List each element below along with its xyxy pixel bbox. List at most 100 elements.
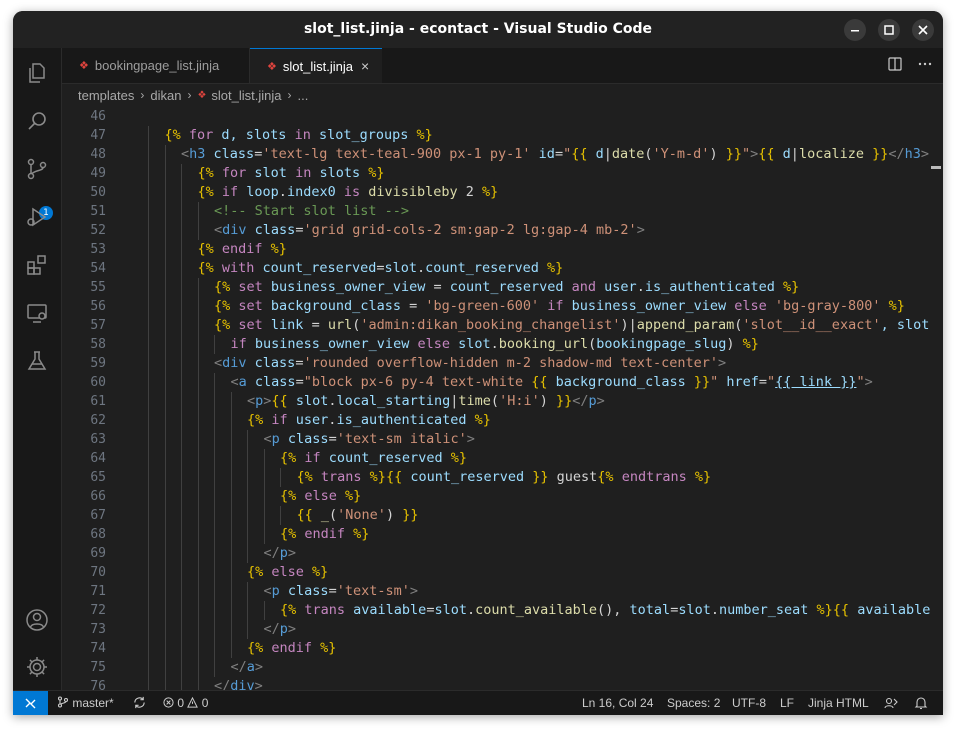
remote-explorer-icon[interactable] bbox=[25, 301, 49, 325]
code-editor[interactable]: 46 47 48 49 50 51 52 53 54 55 56 57 58 59 60 61 62 63 64 65… bbox=[62, 106, 943, 690]
indent-guide bbox=[164, 582, 166, 601]
code-token: | bbox=[603, 146, 612, 162]
eol-status[interactable]: LF bbox=[780, 696, 794, 710]
code-line[interactable]: <div class='grid grid-cols-2 sm:gap-2 lg… bbox=[214, 221, 645, 240]
code-line[interactable]: {% set business_owner_view = count_reser… bbox=[214, 278, 799, 297]
code-token: %} bbox=[312, 564, 329, 580]
encoding-status[interactable]: UTF-8 bbox=[732, 696, 766, 710]
close-tab-icon[interactable]: × bbox=[361, 58, 369, 74]
cursor-position[interactable]: Ln 16, Col 24 bbox=[582, 696, 653, 710]
code-token: > bbox=[287, 621, 297, 637]
notifications-bell-icon[interactable] bbox=[914, 696, 928, 713]
code-line[interactable]: <h3 class='text-lg text-teal-900 px-1 py… bbox=[181, 145, 929, 164]
code-token: set bbox=[238, 279, 263, 295]
minimize-button[interactable] bbox=[844, 19, 866, 41]
search-icon[interactable] bbox=[25, 109, 49, 133]
code-line[interactable]: {{ _('None') }} bbox=[297, 506, 419, 525]
account-icon[interactable] bbox=[25, 608, 49, 632]
code-line[interactable]: {% with count_reserved=slot.count_reserv… bbox=[198, 259, 564, 278]
code-token: = bbox=[311, 317, 328, 333]
code-token: , slot bbox=[880, 317, 930, 333]
code-token: (), bbox=[597, 602, 630, 618]
breadcrumb-item[interactable]: dikan bbox=[150, 88, 181, 103]
code-token: booking_url bbox=[498, 336, 589, 352]
indent-guide bbox=[181, 620, 182, 639]
indent-guide bbox=[148, 164, 149, 183]
code-line[interactable]: </p> bbox=[264, 620, 297, 639]
code-line[interactable]: {% set background_class = 'bg-green-600'… bbox=[214, 297, 905, 316]
sync-icon[interactable] bbox=[133, 696, 146, 712]
code-token: endif bbox=[221, 241, 271, 257]
code-line[interactable]: {% if loop.index0 is divisibleby 2 %} bbox=[198, 183, 499, 202]
code-token: | bbox=[790, 146, 799, 162]
copilot-icon[interactable] bbox=[884, 696, 898, 713]
code-token: > bbox=[254, 678, 263, 690]
code-line[interactable]: <a class="block px-6 py-4 text-white {{ … bbox=[231, 373, 873, 392]
language-mode[interactable]: Jinja HTML bbox=[808, 696, 869, 710]
code-line[interactable]: {% if count_reserved %} bbox=[280, 449, 467, 468]
code-token: count_reserved bbox=[425, 260, 548, 276]
explorer-icon[interactable] bbox=[25, 61, 49, 85]
line-number: 49 bbox=[90, 166, 106, 181]
branch-status[interactable]: master* bbox=[57, 696, 114, 710]
tab-slot-list[interactable]: ❖ slot_list.jinja × bbox=[250, 48, 382, 83]
more-actions-icon[interactable] bbox=[917, 56, 933, 76]
code-line[interactable]: {% trans available=slot.count_available(… bbox=[280, 601, 930, 620]
indent-guide bbox=[181, 354, 182, 373]
close-window-button[interactable] bbox=[912, 19, 934, 41]
indent-guide bbox=[197, 335, 199, 354]
code-line[interactable]: <p class='text-sm'> bbox=[264, 582, 419, 601]
code-line[interactable]: <p class='text-sm italic'> bbox=[264, 430, 475, 449]
code-line[interactable]: <p>{{ slot.local_starting|time('H:i') }}… bbox=[247, 392, 605, 411]
code-token: = bbox=[295, 374, 304, 390]
extensions-icon[interactable] bbox=[25, 253, 49, 277]
code-line[interactable]: if business_owner_view else slot.booking… bbox=[231, 335, 759, 354]
code-line[interactable]: {% for d, slots in slot_groups %} bbox=[165, 126, 433, 145]
code-line[interactable]: {% else %} bbox=[247, 563, 328, 582]
run-debug-icon[interactable] bbox=[25, 205, 49, 229]
settings-gear-icon[interactable] bbox=[25, 655, 49, 679]
breadcrumb-item[interactable]: ... bbox=[298, 88, 309, 103]
code-token: 'rounded overflow-hidden m-2 shadow-md t… bbox=[303, 355, 718, 371]
code-line[interactable]: <div class='rounded overflow-hidden m-2 … bbox=[214, 354, 726, 373]
code-token: append_param bbox=[636, 317, 735, 333]
code-line[interactable]: {% endif %} bbox=[198, 240, 287, 259]
code-line[interactable]: </div> bbox=[214, 677, 263, 690]
code-token: if bbox=[271, 412, 288, 428]
code-token: {% bbox=[296, 469, 321, 485]
code-line[interactable]: {% set link = url('admin:dikan_booking_c… bbox=[214, 316, 929, 335]
code-token: %} bbox=[320, 640, 337, 656]
code-line[interactable]: <!-- Start slot list --> bbox=[214, 202, 409, 221]
code-token: localize bbox=[798, 146, 873, 162]
indent-guide bbox=[181, 164, 182, 183]
indent-guide bbox=[148, 430, 149, 449]
code-line[interactable]: {% endif %} bbox=[247, 639, 336, 658]
remote-indicator[interactable] bbox=[13, 691, 48, 715]
scrollbar-marker[interactable] bbox=[931, 166, 941, 169]
code-line[interactable]: </a> bbox=[231, 658, 264, 677]
breadcrumb-item[interactable]: templates bbox=[78, 88, 134, 103]
code-token: {% bbox=[164, 127, 189, 143]
code-line[interactable]: </p> bbox=[264, 544, 297, 563]
code-token: is bbox=[343, 184, 361, 200]
split-editor-icon[interactable] bbox=[887, 56, 903, 76]
code-token: time bbox=[458, 393, 491, 409]
code-line[interactable]: {% if user.is_authenticated %} bbox=[247, 411, 491, 430]
vscode-window: slot_list.jinja - econtact - Visual Stud… bbox=[13, 11, 943, 715]
source-control-icon[interactable] bbox=[25, 157, 49, 181]
tab-bookingpage-list[interactable]: ❖ bookingpage_list.jinja bbox=[62, 48, 250, 83]
code-line[interactable]: {% endif %} bbox=[280, 525, 369, 544]
problems-status[interactable]: 0 0 bbox=[163, 696, 208, 710]
code-token: count_reserved bbox=[410, 469, 533, 485]
breadcrumb-item[interactable]: slot_list.jinja bbox=[211, 88, 281, 103]
testing-icon[interactable] bbox=[25, 349, 49, 373]
code-line[interactable]: {% else %} bbox=[280, 487, 361, 506]
code-token: < bbox=[263, 583, 272, 599]
line-number: 63 bbox=[90, 432, 106, 447]
code-token: trans bbox=[304, 602, 346, 618]
indentation-status[interactable]: Spaces: 2 bbox=[667, 696, 720, 710]
maximize-button[interactable] bbox=[878, 19, 900, 41]
code-area[interactable]: {% for d, slots in slot_groups %} <h3 cla… bbox=[126, 106, 943, 690]
code-line[interactable]: {% trans %}{{ count_reserved }} guest{% … bbox=[297, 468, 712, 487]
code-line[interactable]: {% for slot in slots %} bbox=[198, 164, 385, 183]
